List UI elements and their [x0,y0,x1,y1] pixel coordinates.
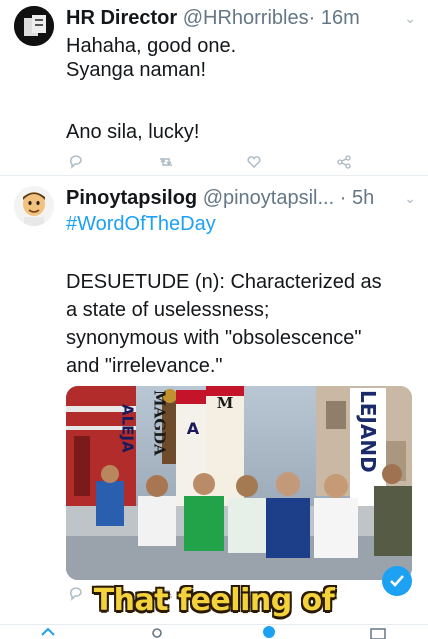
avatar[interactable] [14,6,54,46]
tweet-text-line-2: Syanga naman! [66,59,207,81]
banner-right-label: LEJAND [356,390,380,473]
caret-down-icon[interactable]: ⌄ [404,186,416,210]
banner-middle: MAGDA [140,390,178,460]
tweet-text-line-3: synonymous with "obsolescence" [66,327,362,349]
tweet-text-line-1: Hahaha, good one. [66,35,237,57]
banner-left-label: ALEJA [118,404,137,453]
separator: · [339,187,347,209]
timestamp[interactable]: 5h [352,187,374,209]
tweet-text-line-2: a state of uselessness; [66,299,270,321]
like-icon[interactable] [246,154,262,170]
banner-right: LEJAND [350,390,386,477]
search-icon[interactable] [150,627,166,639]
avatar-image [14,186,54,226]
display-name[interactable]: Pinoytapsilog [66,187,197,209]
reply-icon[interactable] [68,154,84,170]
handle[interactable]: @HRhorribles [183,7,309,29]
caret-down-icon[interactable]: ⌄ [404,6,416,30]
messages-icon[interactable] [370,627,386,639]
meme-caption: That feeling of IRRELEVANCE. [93,583,335,639]
display-name[interactable]: HR Director [66,7,177,29]
bottom-nav [0,624,428,639]
banner-left-text: A [187,419,200,438]
tweet-actions [66,154,366,172]
home-icon[interactable] [40,627,56,639]
hashtag-link[interactable]: #WordOfTheDay [66,212,420,236]
tweet-header: Pinoytapsilog @pinoytapsil... · 5h ⌄ [66,186,418,210]
timestamp[interactable]: 16m [321,7,360,29]
banner-middle-letters: M [217,394,234,412]
separator: · [308,7,316,29]
banner-left-letters: A [187,419,200,438]
tweet-photo[interactable]: A M ALEJA MAGDA LEJAND [66,386,412,580]
share-icon[interactable] [336,154,352,170]
tweet-hr-director[interactable]: HR Director @HRhorribles· 16m ⌄ Hahaha, … [0,0,428,176]
notifications-icon[interactable] [260,625,278,639]
banner-left: ALEJA [110,404,144,457]
avatar[interactable] [14,186,54,226]
tweet-text-line-1: DESUETUDE (n): Characterized as [66,271,382,293]
retweet-icon[interactable] [158,154,174,170]
tweet-text-line-4: and "irrelevance." [66,355,223,377]
avatar-image [14,6,54,46]
banner-middle-label: MAGDA [150,390,169,456]
tweet-header: HR Director @HRhorribles· 16m ⌄ [66,6,418,30]
handle[interactable]: @pinoytapsil... [203,187,334,209]
tweet-text-line-4: Ano sila, lucky! [66,121,200,143]
